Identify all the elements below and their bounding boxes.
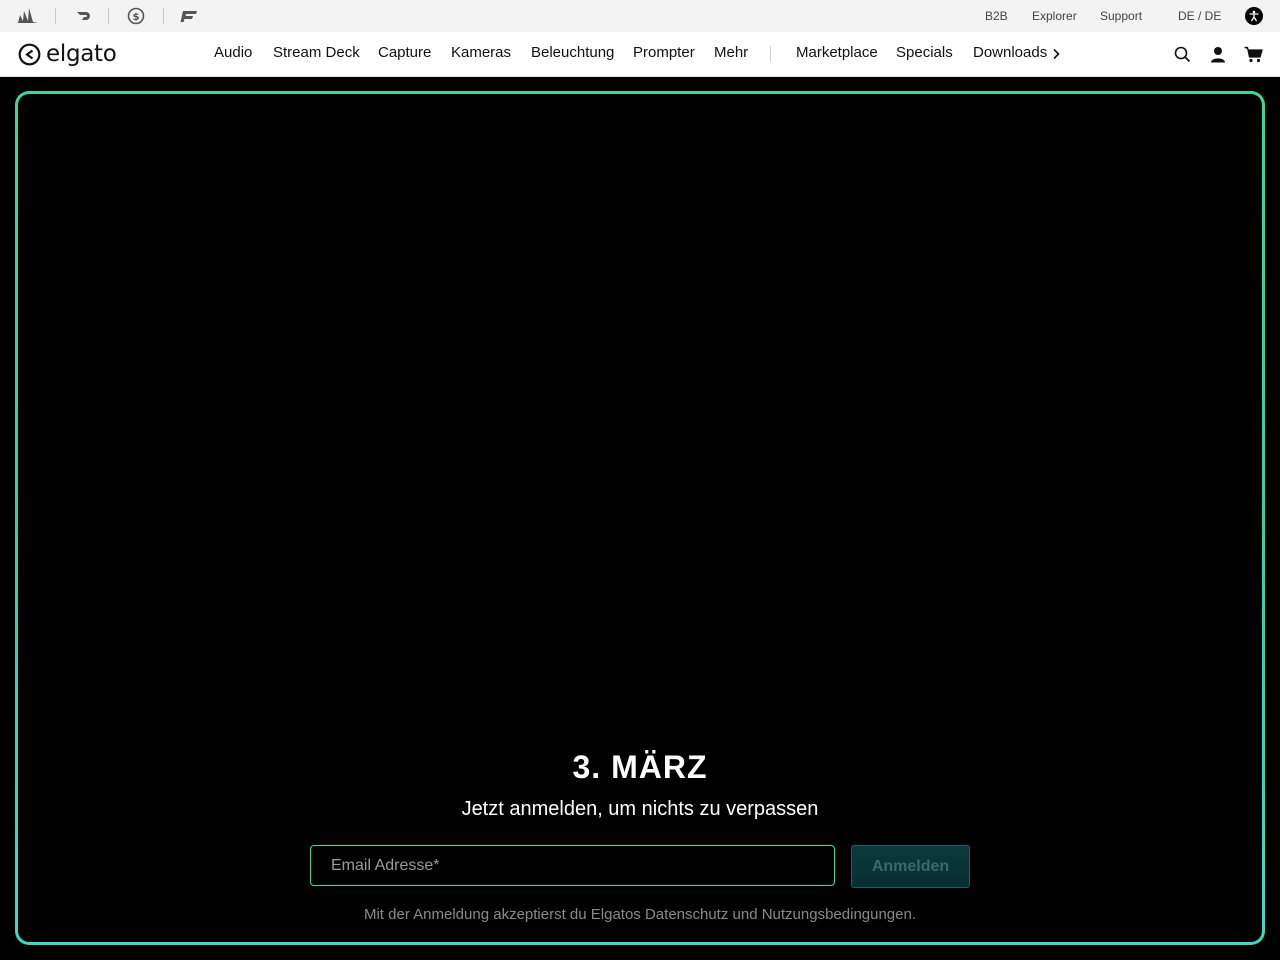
scuf-logo-icon[interactable] [74,6,92,26]
nav-item-audio[interactable]: Audio [214,44,252,62]
hero-subtitle: Jetzt anmelden, um nichts zu verpassen [461,798,819,820]
search-icon[interactable] [1172,44,1192,64]
accessibility-icon[interactable] [1245,7,1263,25]
nav-item-marketplace[interactable]: Marketplace [796,44,878,62]
explorer-link[interactable]: Explorer [1032,8,1077,24]
nav-item-mehr[interactable]: Mehr [714,44,748,62]
nav-item-stream-deck[interactable]: Stream Deck [273,44,360,62]
nav-scroll-right-icon[interactable] [1046,44,1066,64]
legal-notice: Mit der Anmeldung akzeptierst du Elgatos… [363,906,917,923]
nav-item-beleuchtung[interactable]: Beleuchtung [531,44,614,62]
nav-item-kameras[interactable]: Kameras [451,44,511,62]
account-icon[interactable] [1208,44,1228,64]
cart-icon[interactable] [1243,44,1263,64]
locale-switcher[interactable]: DE / DE [1178,8,1221,24]
elgato-logo[interactable]: elgato [18,41,117,67]
nav-item-downloads[interactable]: Downloads [973,44,1047,62]
main-navigation: elgato Audio Stream Deck Capture Kameras… [0,32,1280,77]
svg-text:$: $ [133,12,140,23]
brand-bar: $ B2B Explorer Support DE / DE [0,0,1280,32]
hero-content: 3. MÄRZ Jetzt anmelden, um nichts zu ver… [18,94,1262,942]
fanatec-logo-icon[interactable] [180,6,198,26]
elgato-logo-text: elgato [46,41,117,67]
hero-date-title: 3. MÄRZ [572,749,708,785]
corsair-logo-icon[interactable] [17,6,39,26]
brand-separator [55,8,56,24]
hero-banner: 3. MÄRZ Jetzt anmelden, um nichts zu ver… [15,91,1265,945]
signup-button[interactable]: Anmelden [851,845,970,888]
nav-item-capture[interactable]: Capture [378,44,431,62]
support-link[interactable]: Support [1100,8,1142,24]
b2b-link[interactable]: B2B [985,8,1008,24]
nav-divider [770,46,771,62]
elgato-logo-icon [18,43,41,65]
nav-item-prompter[interactable]: Prompter [633,44,695,62]
brand-separator [108,8,109,24]
dollar-circle-logo-icon[interactable]: $ [127,6,145,26]
nav-item-specials[interactable]: Specials [896,44,953,62]
brand-separator [163,8,164,24]
email-field[interactable] [310,845,835,886]
